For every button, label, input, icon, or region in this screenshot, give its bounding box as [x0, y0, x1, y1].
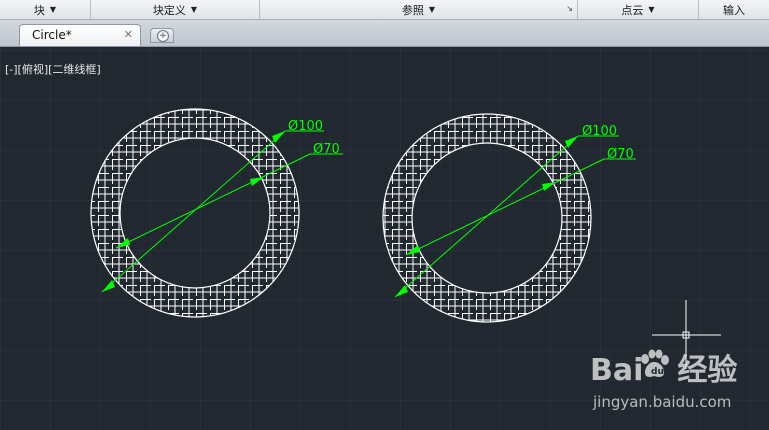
- ribbon-panel-point-cloud[interactable]: 点云 ▼: [578, 0, 699, 19]
- dimension-text[interactable]: Ø100: [582, 124, 617, 139]
- svg-text:du: du: [651, 367, 664, 377]
- ribbon-panel-import[interactable]: 输入: [699, 0, 769, 19]
- hatch-fill: [377, 108, 597, 328]
- watermark-logo-left: Bai: [590, 353, 644, 388]
- ribbon-panel-block-definition[interactable]: 块定义 ▼: [91, 0, 260, 19]
- watermark-logo-right: 经验: [677, 353, 738, 388]
- new-tab-button[interactable]: +: [150, 28, 174, 43]
- dimension-text[interactable]: Ø100: [288, 119, 323, 134]
- chevron-down-icon: ▼: [648, 5, 655, 14]
- dimension-text[interactable]: Ø70: [607, 147, 634, 162]
- ribbon-panel-label: 块: [33, 3, 45, 17]
- hatched-ring-right[interactable]: [377, 108, 597, 328]
- tab-circle-drawing[interactable]: Circle* ✕: [19, 24, 141, 46]
- close-icon[interactable]: ✕: [124, 28, 133, 41]
- viewport-controls[interactable]: [-][俯视][二维线框]: [5, 61, 101, 77]
- file-tab-bar: Circle* ✕ +: [0, 20, 769, 47]
- ribbon-panel-label: 点云: [621, 3, 644, 17]
- ribbon-panel-block[interactable]: 块 ▼: [0, 0, 91, 19]
- chevron-down-icon: ▼: [428, 5, 436, 14]
- dimension-text[interactable]: Ø70: [313, 142, 340, 157]
- ribbon-panel-label: 块定义: [152, 3, 186, 17]
- chevron-down-icon: ▼: [49, 5, 57, 14]
- watermark-url: jingyan.baidu.com: [593, 393, 732, 411]
- ribbon-panel-bar: 块 ▼ 块定义 ▼ 参照 ▼ ↘ 点云 ▼ 输入: [0, 0, 769, 20]
- chevron-down-icon: ▼: [190, 5, 198, 14]
- ribbon-panel-label: 参照: [401, 3, 424, 17]
- watermark: Bai 经验 du jingyan.baidu.com: [590, 345, 765, 425]
- panel-launcher-icon[interactable]: ↘: [566, 4, 573, 13]
- tab-title: Circle*: [32, 28, 72, 42]
- paw-icon: du: [641, 349, 669, 377]
- ribbon-panel-label: 输入: [723, 3, 745, 17]
- plus-icon: +: [157, 30, 169, 42]
- ribbon-panel-reference[interactable]: 参照 ▼ ↘: [260, 0, 578, 19]
